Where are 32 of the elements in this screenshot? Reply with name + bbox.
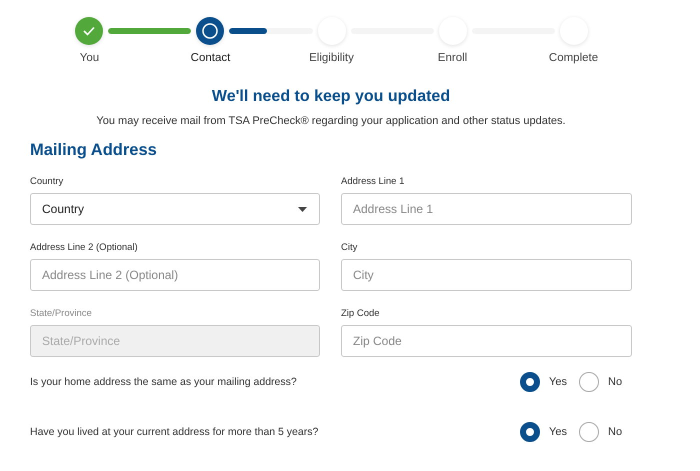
step-label: Complete <box>548 52 598 64</box>
field-label: City <box>341 242 358 253</box>
country-select[interactable]: Country <box>30 193 320 225</box>
input-field[interactable]: Address Line 2 (Optional) <box>30 259 320 291</box>
radio-label: No <box>608 426 624 438</box>
step-label: Contact <box>190 52 230 64</box>
field-label: State/Province <box>30 308 93 319</box>
radio-label: Yes <box>549 376 568 388</box>
check-icon <box>83 26 95 36</box>
field-label: Zip Code <box>341 308 381 319</box>
input-field[interactable]: Address Line 1 <box>341 193 632 225</box>
radio-label: Yes <box>549 426 568 438</box>
question-text: Have you lived at your current address for more than 5 years? <box>30 426 320 438</box>
subheading: You may receive mail from TSA PreCheck® regarding your application and other status updates. <box>95 115 567 127</box>
radio-button[interactable] <box>520 422 540 442</box>
input-field[interactable]: City <box>341 259 632 291</box>
section-title: Mailing Address <box>30 141 158 160</box>
question-text: Is your home address the same as your mailing address? <box>30 376 298 388</box>
field-label: Country <box>30 176 64 187</box>
field-label: Address Line 1 <box>341 176 406 187</box>
ring-icon <box>202 23 218 39</box>
caret-icon <box>298 206 307 212</box>
radio-button[interactable] <box>579 422 599 442</box>
step-label: Eligibility <box>309 52 354 64</box>
step-label: You <box>80 52 100 64</box>
field-label: Address Line 2 (Optional) <box>30 242 139 253</box>
page-heading: We'll need to keep you updated <box>210 88 452 106</box>
step-label: Enroll <box>438 52 468 64</box>
radio-button[interactable] <box>520 372 540 392</box>
input-field[interactable]: Zip Code <box>341 325 632 357</box>
radio-label: No <box>608 376 624 388</box>
radio-button[interactable] <box>579 372 599 392</box>
